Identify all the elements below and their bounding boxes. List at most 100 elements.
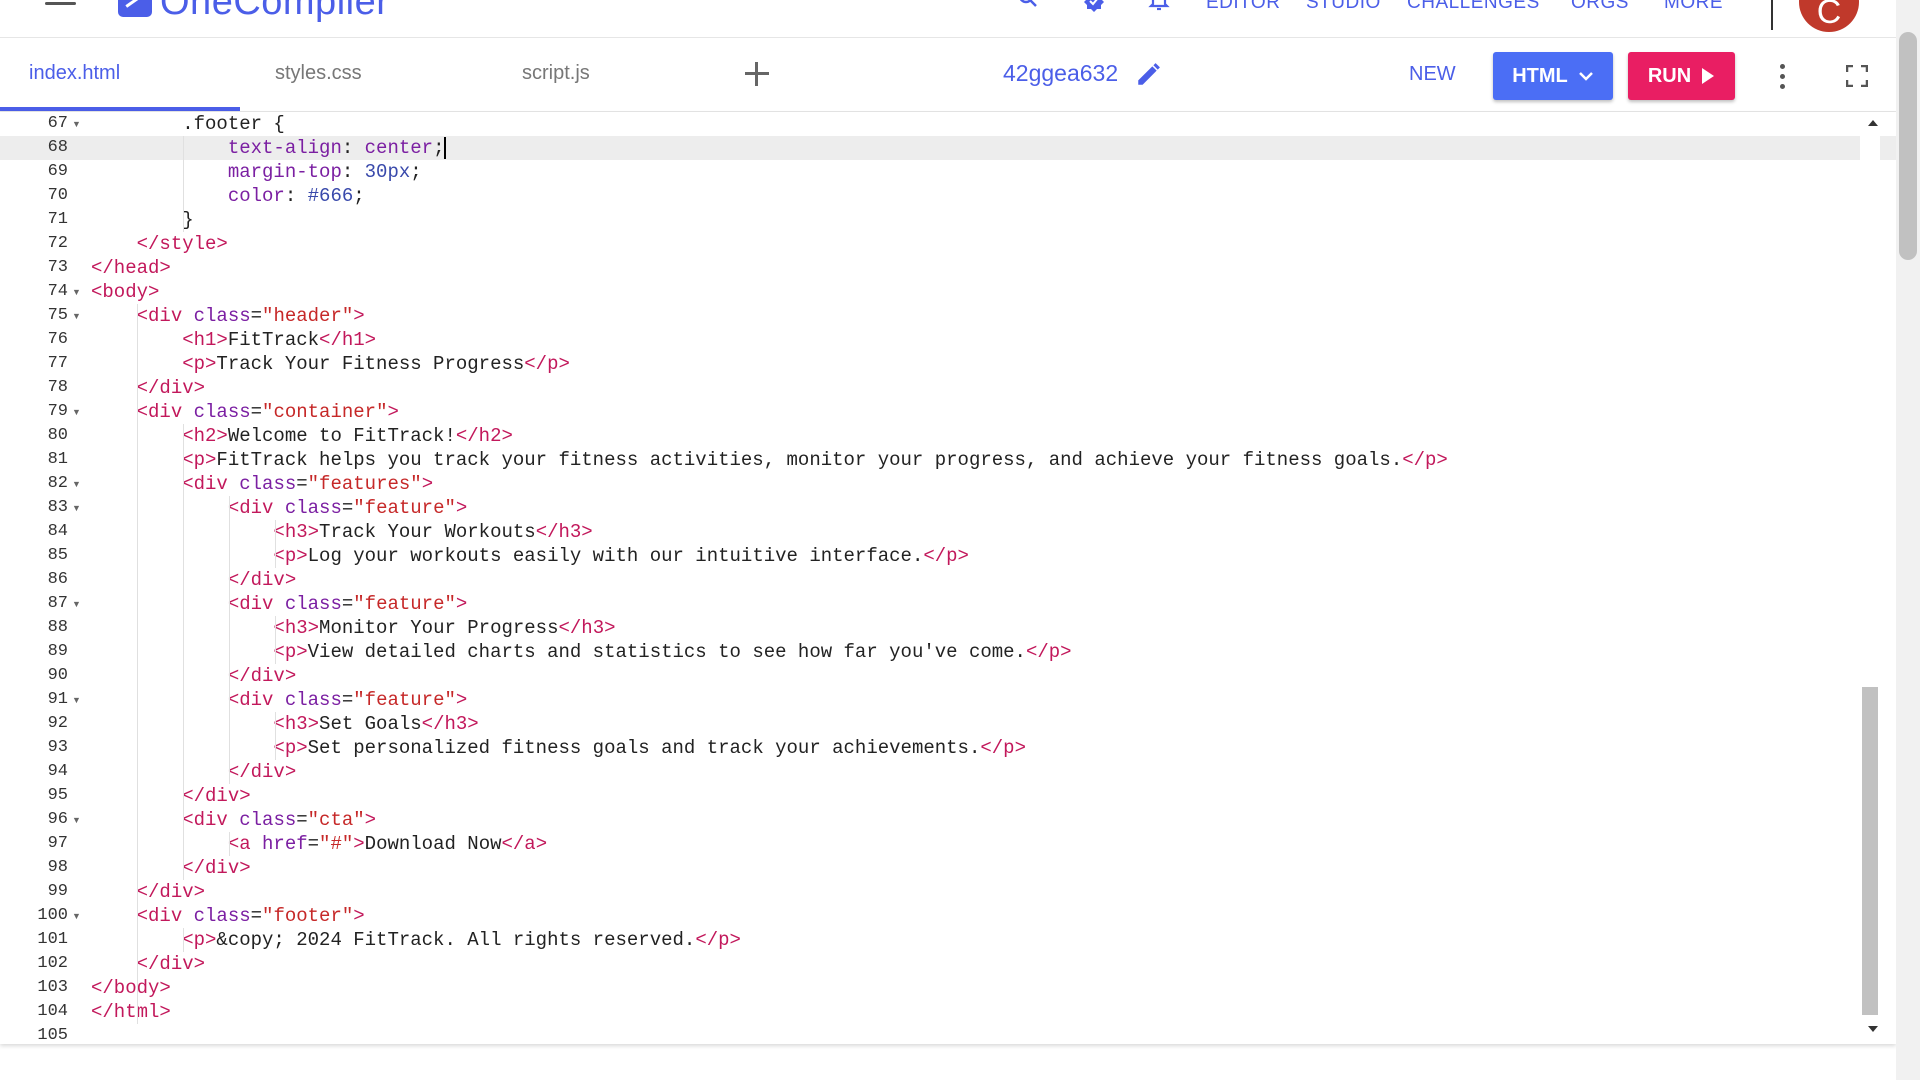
- code-token: "features": [307, 473, 422, 495]
- code-token: Set Goals: [319, 713, 422, 735]
- editor-scrollbar-thumb[interactable]: [1862, 687, 1878, 1015]
- code-line[interactable]: </div>: [84, 760, 1896, 784]
- code-line[interactable]: </div>: [84, 880, 1896, 904]
- fold-arrow-icon[interactable]: ▼: [72, 472, 81, 496]
- code-token: =: [341, 689, 354, 711]
- fold-arrow-icon[interactable]: ▼: [72, 112, 81, 136]
- code-line[interactable]: <a href="#">Download Now</a>: [84, 832, 1896, 856]
- line-number: 105: [37, 1026, 68, 1044]
- code-token: <h3>: [91, 617, 320, 639]
- code-content[interactable]: .footer { text-align: center; margin-top…: [84, 112, 1896, 1044]
- code-line[interactable]: <div class="feature">: [84, 496, 1896, 520]
- nav-link-editor[interactable]: EDITOR: [1206, 0, 1280, 14]
- code-line[interactable]: </body>: [84, 976, 1896, 1000]
- code-line[interactable]: <div class="features">: [84, 472, 1896, 496]
- code-line[interactable]: <h3>Monitor Your Progress</h3>: [84, 616, 1896, 640]
- code-line[interactable]: <p>&copy; 2024 FitTrack. All rights rese…: [84, 928, 1896, 952]
- line-number: 77: [47, 354, 68, 373]
- code-line[interactable]: .footer {: [84, 112, 1896, 136]
- more-options-icon[interactable]: [1780, 64, 1786, 90]
- code-line[interactable]: text-align: center;: [84, 136, 1896, 160]
- new-button[interactable]: NEW: [1409, 63, 1456, 86]
- code-token: >: [353, 305, 365, 327]
- add-file-icon[interactable]: [743, 60, 771, 88]
- fold-arrow-icon[interactable]: ▼: [72, 496, 81, 520]
- avatar[interactable]: C: [1799, 0, 1859, 32]
- code-line[interactable]: <p>FitTrack helps you track your fitness…: [84, 448, 1896, 472]
- language-select[interactable]: HTML: [1493, 52, 1613, 100]
- bell-icon[interactable]: [1145, 0, 1173, 16]
- code-token: ;: [410, 161, 422, 183]
- pencil-icon[interactable]: [1135, 62, 1161, 88]
- run-button[interactable]: RUN: [1628, 52, 1735, 100]
- nav-link-challenges[interactable]: CHALLENGES: [1407, 0, 1540, 14]
- code-line[interactable]: <h3>Set Goals</h3>: [84, 712, 1896, 736]
- code-line[interactable]: </div>: [84, 664, 1896, 688]
- verified-badge-icon[interactable]: [1080, 0, 1108, 16]
- tab-index-html[interactable]: index.html: [29, 62, 120, 85]
- code-line[interactable]: <div class="cta">: [84, 808, 1896, 832]
- tab-styles-css[interactable]: styles.css: [275, 62, 362, 85]
- tab-script-js[interactable]: script.js: [522, 62, 590, 85]
- code-line[interactable]: <div class="feature">: [84, 688, 1896, 712]
- language-label: HTML: [1512, 64, 1568, 87]
- fold-arrow-icon[interactable]: ▼: [72, 592, 81, 616]
- line-number: 68: [47, 138, 68, 157]
- line-number: 73: [47, 258, 68, 277]
- code-line[interactable]: <h3>Track Your Workouts</h3>: [84, 520, 1896, 544]
- code-line[interactable]: </head>: [84, 256, 1896, 280]
- indent-guide: [183, 424, 184, 880]
- code-line[interactable]: </div>: [84, 376, 1896, 400]
- fold-arrow-icon[interactable]: ▼: [72, 904, 81, 928]
- code-line[interactable]: margin-top: 30px;: [84, 160, 1896, 184]
- code-line[interactable]: </style>: [84, 232, 1896, 256]
- code-line[interactable]: <body>: [84, 280, 1896, 304]
- fold-arrow-icon[interactable]: ▼: [72, 304, 81, 328]
- code-token: Download Now: [364, 833, 502, 855]
- fold-arrow-icon[interactable]: ▼: [72, 280, 81, 304]
- code-line[interactable]: </div>: [84, 568, 1896, 592]
- code-line[interactable]: <h1>FitTrack</h1>: [84, 328, 1896, 352]
- code-editor[interactable]: 67 ▼ 68 69 70 71 72 73 74 ▼ 75 ▼ 76 77 78 79 ▼ 80 81 82 ▼ 83 ▼…: [0, 112, 1896, 1044]
- line-number: 79: [47, 402, 68, 421]
- nav-divider: [1771, 0, 1773, 30]
- code-line[interactable]: <div class="header">: [84, 304, 1896, 328]
- fold-arrow-icon[interactable]: ▼: [72, 808, 81, 832]
- nav-link-studio[interactable]: STUDIO: [1306, 0, 1381, 14]
- scroll-up-arrow-icon[interactable]: [1868, 120, 1878, 126]
- nav-link-orgs[interactable]: ORGS: [1571, 0, 1629, 14]
- page-scrollbar-thumb[interactable]: [1899, 32, 1917, 260]
- line-number: 70: [47, 186, 68, 205]
- fullscreen-icon[interactable]: [1846, 65, 1868, 87]
- fold-arrow-icon[interactable]: ▼: [72, 688, 81, 712]
- code-line[interactable]: <div class="feature">: [84, 592, 1896, 616]
- code-token: &copy; 2024 FitTrack. All rights reserve…: [216, 929, 696, 951]
- code-line[interactable]: </div>: [84, 856, 1896, 880]
- code-line[interactable]: }: [84, 208, 1896, 232]
- code-token: ;: [353, 185, 365, 207]
- code-line[interactable]: <div class="container">: [84, 400, 1896, 424]
- nav-link-more[interactable]: MORE: [1664, 0, 1723, 14]
- code-line[interactable]: <p>Log your workouts easily with our int…: [84, 544, 1896, 568]
- code-line[interactable]: </div>: [84, 952, 1896, 976]
- code-line[interactable]: <p>Track Your Fitness Progress</p>: [84, 352, 1896, 376]
- code-line[interactable]: <p>Set personalized fitness goals and tr…: [84, 736, 1896, 760]
- text-cursor: [444, 136, 447, 159]
- code-line[interactable]: [84, 1024, 1896, 1044]
- code-line[interactable]: </div>: [84, 784, 1896, 808]
- fold-arrow-icon[interactable]: ▼: [72, 400, 81, 424]
- hamburger-icon[interactable]: [45, 0, 76, 12]
- editor-scrollbar[interactable]: [1860, 112, 1880, 1044]
- code-line[interactable]: <div class="footer">: [84, 904, 1896, 928]
- scroll-down-arrow-icon[interactable]: [1868, 1026, 1878, 1032]
- project-id[interactable]: 42ggea632: [1003, 60, 1118, 87]
- logo[interactable]: OneCompiler: [118, 0, 389, 22]
- code-token: </p>: [1402, 449, 1448, 471]
- code-line[interactable]: </html>: [84, 1000, 1896, 1024]
- code-line[interactable]: color: #666;: [84, 184, 1896, 208]
- code-token: </html>: [91, 1001, 171, 1023]
- page-scrollbar[interactable]: [1896, 0, 1920, 1080]
- code-line[interactable]: <h2>Welcome to FitTrack!</h2>: [84, 424, 1896, 448]
- search-icon[interactable]: [1014, 0, 1042, 16]
- code-line[interactable]: <p>View detailed charts and statistics t…: [84, 640, 1896, 664]
